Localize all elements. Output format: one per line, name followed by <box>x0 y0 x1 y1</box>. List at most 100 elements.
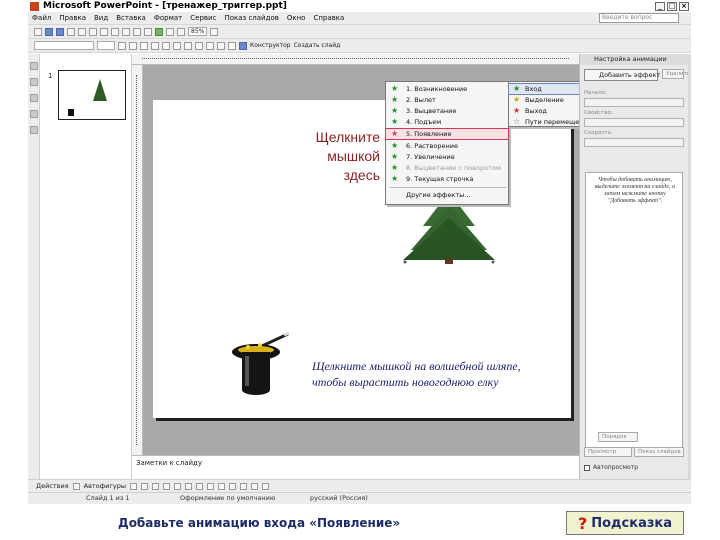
chart-icon[interactable] <box>155 27 163 36</box>
star-icon: ★ <box>391 152 399 161</box>
menu-item-appear[interactable]: ★ 5. Появление <box>385 128 509 140</box>
menu-edit[interactable]: Правка <box>55 14 90 22</box>
line-color-icon[interactable] <box>206 482 214 490</box>
menu-item-effect-2[interactable]: ★ 2. Вылет <box>386 95 508 105</box>
shadow-icon[interactable] <box>151 41 159 50</box>
magic-hat-picture[interactable] <box>226 332 298 398</box>
menu-file[interactable]: Файл <box>28 14 55 22</box>
autopreview-label: Автопросмотр <box>593 464 639 471</box>
slide-thumbnail[interactable] <box>58 70 126 120</box>
menu-item-effect-8[interactable]: ★ 8. Выцветание с поворотом <box>386 163 508 173</box>
table-icon[interactable] <box>166 27 174 36</box>
font-grow-icon[interactable] <box>217 41 225 50</box>
align-left-icon[interactable] <box>162 41 170 50</box>
reorder-button[interactable]: Порядок <box>598 432 638 442</box>
help-search-input[interactable]: Введите вопрос <box>599 13 679 23</box>
underline-icon[interactable] <box>140 41 148 50</box>
zoom-select[interactable]: 85% <box>188 27 208 36</box>
fill-color-icon[interactable] <box>195 482 203 490</box>
question-mark-icon: ? <box>577 513 588 533</box>
redo-icon[interactable] <box>144 27 152 36</box>
menu-item-more-effects[interactable]: Другие эффекты... <box>386 190 508 200</box>
autoshapes-menu[interactable]: Автофигуры <box>84 482 126 490</box>
menu-item-label: 9. Текущая строчка <box>406 175 474 183</box>
add-effect-button[interactable]: Добавить эффект <box>584 69 660 81</box>
property-select[interactable] <box>584 118 684 127</box>
font-color-icon[interactable] <box>239 41 247 50</box>
new-slide-button[interactable]: Создать слайд <box>294 42 341 49</box>
save-icon[interactable] <box>56 27 64 36</box>
task-instruction: Добавьте анимацию входа «Появление» <box>118 516 401 530</box>
maximize-icon[interactable]: □ <box>667 1 677 11</box>
numbering-icon[interactable] <box>195 41 203 50</box>
star-icon: ★ <box>391 174 399 183</box>
wordart-icon[interactable] <box>184 482 192 490</box>
menu-tools[interactable]: Сервис <box>186 14 220 22</box>
font-shrink-icon[interactable] <box>228 41 236 50</box>
line-icon[interactable] <box>129 482 137 490</box>
menu-item-effect-6[interactable]: ★ 6. Растворение <box>386 141 508 151</box>
menu-view[interactable]: Вид <box>90 14 112 22</box>
menu-item-effect-1[interactable]: ★ 1. Возникновение <box>386 84 508 94</box>
dash-style-icon[interactable] <box>239 482 247 490</box>
slides-tab-icon[interactable] <box>29 78 38 86</box>
play-button[interactable]: Просмотр <box>584 447 632 457</box>
spelling-icon[interactable] <box>89 27 97 36</box>
menu-format[interactable]: Формат <box>150 14 186 22</box>
line-style-icon[interactable] <box>228 482 236 490</box>
paste-icon[interactable] <box>122 27 130 36</box>
slideshow-button[interactable]: Показ слайдов <box>634 447 684 457</box>
font-size-select[interactable] <box>97 41 115 50</box>
close-icon[interactable]: × <box>679 1 689 11</box>
menu-item-effect-7[interactable]: ★ 7. Увеличение <box>386 152 508 162</box>
undo-icon[interactable] <box>133 27 141 36</box>
outline-tab-icon[interactable] <box>29 62 38 70</box>
autopreview-checkbox[interactable]: Автопросмотр <box>584 464 638 471</box>
menu-item-effect-3[interactable]: ★ 3. Выцветание <box>386 106 508 116</box>
arrow-icon[interactable] <box>140 482 148 490</box>
grid-icon[interactable] <box>177 27 185 36</box>
menu-window[interactable]: Окно <box>283 14 310 22</box>
demote-icon[interactable] <box>29 110 38 118</box>
move-up-icon[interactable] <box>29 126 38 134</box>
italic-icon[interactable] <box>129 41 137 50</box>
promote-icon[interactable] <box>29 94 38 102</box>
pointer-icon[interactable] <box>72 482 80 490</box>
cut-icon[interactable] <box>100 27 108 36</box>
textbox-icon[interactable] <box>173 482 181 490</box>
font-color-draw-icon[interactable] <box>217 482 225 490</box>
speed-select[interactable] <box>584 138 684 147</box>
start-select[interactable] <box>584 98 684 107</box>
menu-help[interactable]: Справка <box>309 14 348 22</box>
notes-field[interactable]: Заметки к слайду <box>132 455 579 479</box>
menu-item-effect-9[interactable]: ★ 9. Текущая строчка <box>386 174 508 184</box>
new-icon[interactable] <box>34 27 42 36</box>
open-icon[interactable] <box>45 27 53 36</box>
font-select[interactable] <box>34 41 94 50</box>
menu-insert[interactable]: Вставка <box>112 14 150 22</box>
print-icon[interactable] <box>67 27 75 36</box>
remove-effect-button[interactable]: Удалить <box>662 69 690 79</box>
arrow-style-icon[interactable] <box>250 482 258 490</box>
minimize-icon[interactable]: _ <box>655 1 665 11</box>
preview-icon[interactable] <box>78 27 86 36</box>
designer-button[interactable]: Конструктор <box>250 42 291 49</box>
animation-list[interactable]: Чтобы добавить анимацию, выделите элемен… <box>585 172 683 448</box>
align-right-icon[interactable] <box>184 41 192 50</box>
oval-icon[interactable] <box>162 482 170 490</box>
menu-slideshow[interactable]: Показ слайдов <box>220 14 282 22</box>
help-icon[interactable] <box>210 27 219 36</box>
actions-menu[interactable]: Действия <box>36 482 69 490</box>
shadow-style-icon[interactable] <box>261 482 269 490</box>
bullets-icon[interactable] <box>206 41 214 50</box>
rectangle-icon[interactable] <box>151 482 159 490</box>
bold-icon[interactable] <box>118 41 126 50</box>
speed-label: Скорость: <box>584 130 613 136</box>
align-center-icon[interactable] <box>173 41 181 50</box>
vertical-scrollbar[interactable] <box>688 54 691 479</box>
menu-item-effect-4[interactable]: ★ 4. Подъем <box>386 117 508 127</box>
copy-icon[interactable] <box>111 27 119 36</box>
drawing-toolbar: Действия Автофигуры <box>28 479 691 492</box>
hint-button[interactable]: ? Подсказка <box>566 511 684 535</box>
click-here-textbox[interactable]: Щелкните мышкой здесь <box>296 128 380 185</box>
